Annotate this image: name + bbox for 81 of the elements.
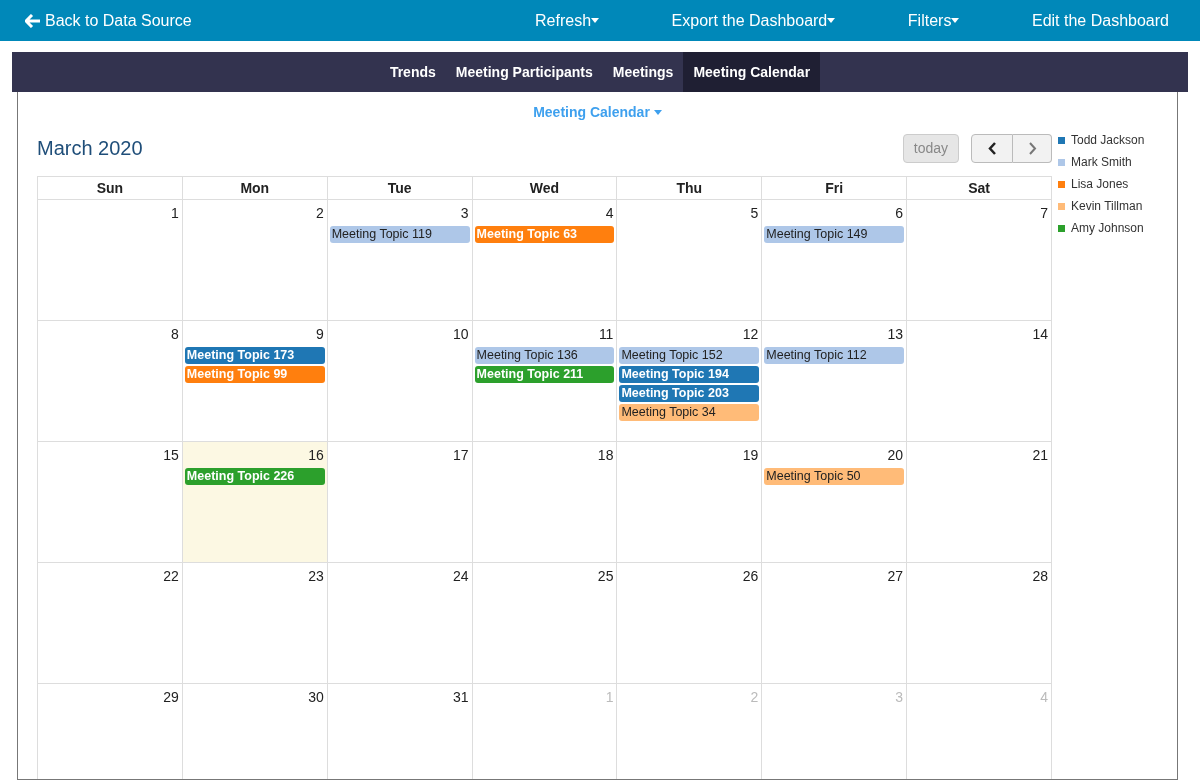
weekday-header: Sat [907,177,1052,199]
calendar-event[interactable]: Meeting Topic 203 [619,385,760,402]
legend-label: Todd Jackson [1071,132,1145,149]
day-number: 30 [308,688,324,707]
day-number: 4 [1040,688,1048,707]
menu-link[interactable]: Edit the Dashboard [1032,8,1169,33]
calendar-event[interactable]: Meeting Topic 50 [764,468,905,485]
day-number: 17 [453,446,469,465]
day-number: 11 [598,325,614,344]
caret-down-icon [591,18,600,23]
calendar-event[interactable]: Meeting Topic 226 [184,468,325,485]
calendar-event[interactable]: Meeting Topic 34 [619,404,760,421]
calendar-event[interactable]: Meeting Topic 112 [764,347,905,364]
dropdown-menu[interactable]: Filters [907,8,960,33]
calendar-event[interactable]: Meeting Topic 149 [764,226,905,243]
day-number: 13 [887,325,904,344]
day-number: 20 [887,446,904,465]
day-number: 10 [453,325,469,344]
weekday-header: Sun [38,177,183,199]
day-number: 2 [750,688,759,707]
month-title: March 2020 [37,136,143,161]
calendar-event[interactable]: Meeting Topic 211 [474,366,615,383]
calendar-event[interactable]: Meeting Topic 99 [184,366,325,383]
arrow-left-icon [25,13,41,28]
tab[interactable]: Meeting Participants [445,52,603,92]
day-number: 1 [605,688,614,707]
day-number: 28 [1032,567,1048,586]
day-number: 27 [887,567,904,586]
day-number: 16 [308,446,324,465]
day-number: 9 [315,325,324,344]
day-number: 6 [895,204,904,223]
day-number: 8 [171,325,179,344]
legend-label: Lisa Jones [1071,176,1129,193]
calendar-event[interactable]: Meeting Topic 152 [619,347,760,364]
calendar-event[interactable]: Meeting Topic 63 [474,226,615,243]
day-number: 29 [163,688,179,707]
day-number: 24 [453,567,469,586]
today-button[interactable]: today [902,133,959,163]
legend-label: Mark Smith [1071,154,1132,171]
calendar-event[interactable]: Meeting Topic 119 [329,226,470,243]
day-number: 2 [315,204,324,223]
day-number: 18 [597,446,614,465]
day-number: 12 [742,325,759,344]
dropdown-menu[interactable]: Export the Dashboard [671,8,836,33]
day-number: 21 [1032,446,1048,465]
legend-label: Amy Johnson [1071,220,1144,237]
day-number: 4 [605,204,614,223]
calendar-event[interactable]: Meeting Topic 173 [184,347,325,364]
day-number: 7 [1040,204,1048,223]
day-number: 23 [308,567,324,586]
day-number: 26 [742,567,759,586]
day-number: 22 [163,567,179,586]
tab[interactable]: Meeting Calendar [683,52,821,92]
weekday-header: Thu [617,177,763,199]
day-number: 1 [171,204,179,223]
dropdown-menu[interactable]: Refresh [535,8,600,33]
day-number: 15 [163,446,179,465]
tab[interactable]: Trends [379,52,446,92]
calendar-event[interactable]: Meeting Topic 194 [619,366,760,383]
day-number: 3 [460,204,469,223]
day-number: 19 [742,446,759,465]
caret-down-icon [653,110,662,115]
day-number: 14 [1032,325,1048,344]
caret-down-icon [951,18,960,23]
chevron-left-icon [987,141,997,155]
tab[interactable]: Meetings [602,52,684,92]
calendar-event[interactable]: Meeting Topic 136 [474,347,615,364]
chevron-right-icon [1027,141,1037,155]
weekday-header: Mon [182,177,328,199]
previous-button[interactable] [971,133,1013,163]
caret-down-icon [827,18,836,23]
back-link[interactable]: Back to Data Source [25,8,505,33]
legend-label: Kevin Tillman [1071,198,1143,215]
day-number: 5 [750,204,759,223]
day-number: 3 [895,688,904,707]
panel-title-dropdown[interactable]: Meeting Calendar [533,102,662,123]
weekday-header: Wed [472,177,618,199]
day-number: 31 [453,688,469,707]
day-number: 25 [597,567,614,586]
weekday-header: Tue [327,177,473,199]
weekday-header: Fri [762,177,908,199]
